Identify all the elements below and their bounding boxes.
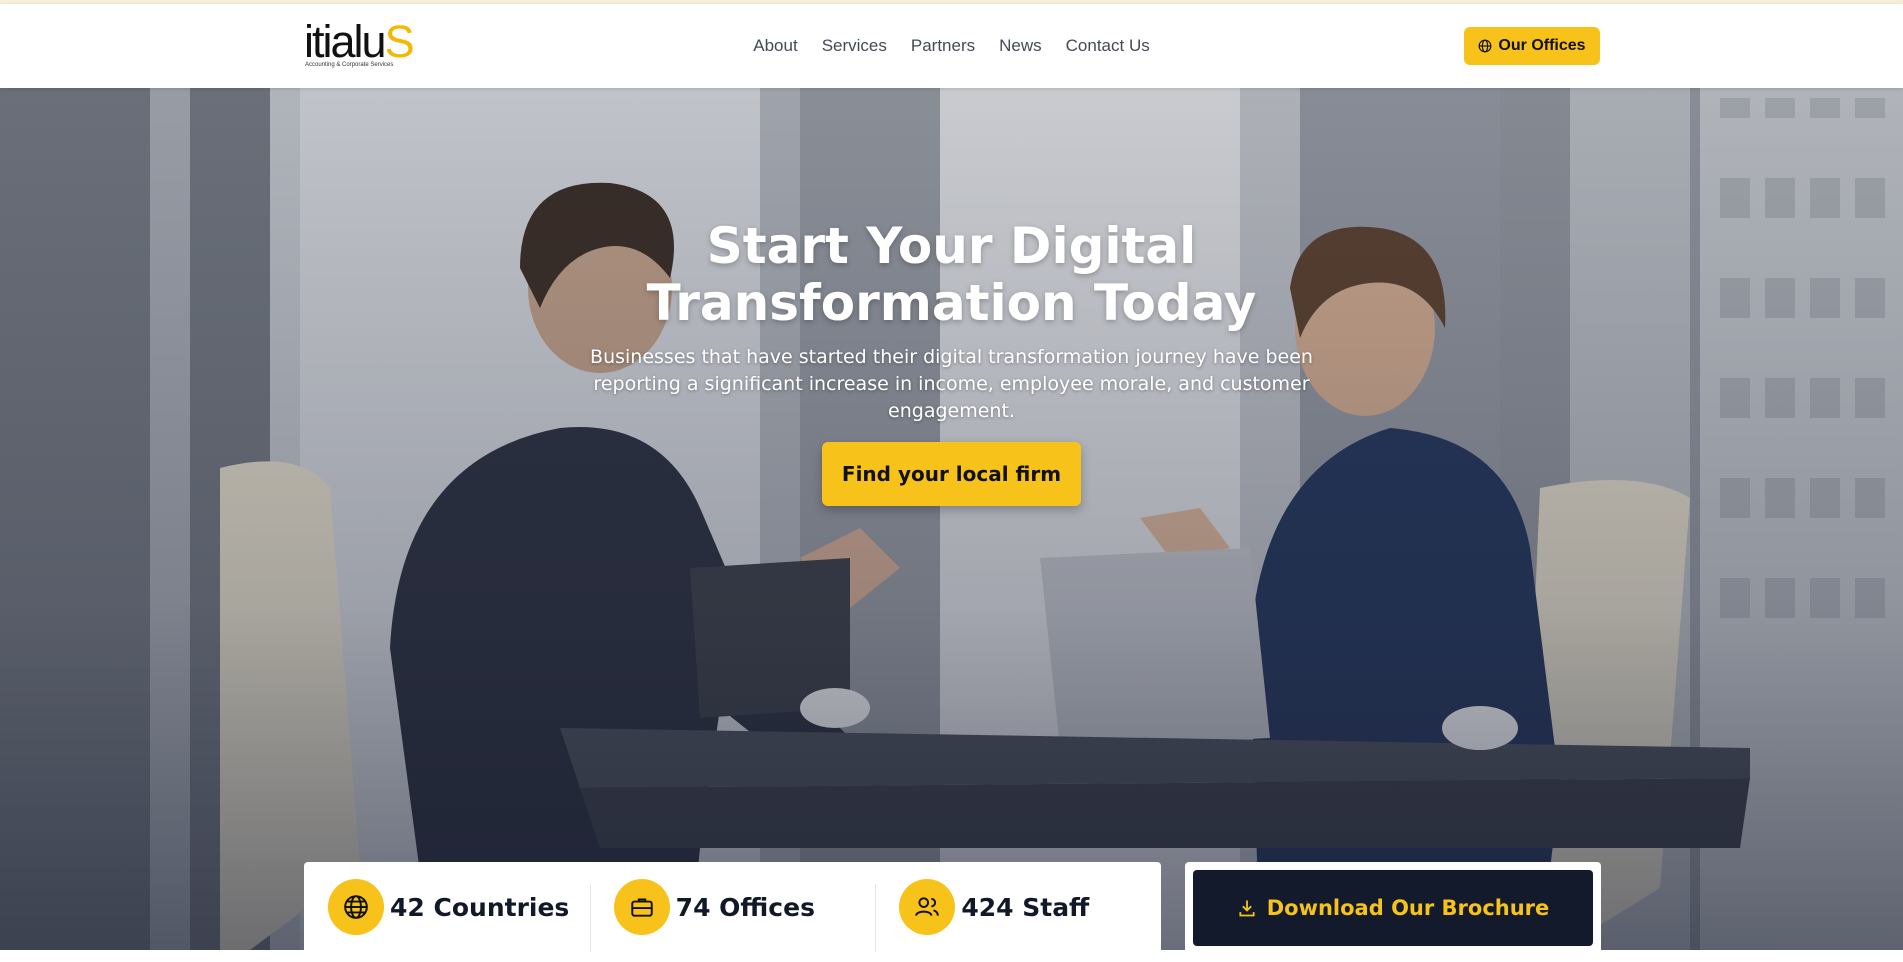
- stat-offices: 74 Offices: [589, 862, 876, 952]
- globe-icon: [1479, 39, 1492, 53]
- logo-tagline: Accounting & Corporate Services: [305, 62, 394, 68]
- stat-staff-label: 424 Staff: [961, 892, 1090, 922]
- hero-section: Start Your Digital Transformation Today …: [0, 88, 1903, 950]
- main-nav: About Services Partners News Contact Us: [0, 4, 1903, 88]
- hero-title-line-2: Transformation Today: [646, 274, 1257, 332]
- stat-countries: 42 Countries: [304, 862, 590, 952]
- briefcase-icon: [630, 898, 653, 917]
- hero-title-line-1: Start Your Digital: [706, 217, 1197, 275]
- nav-item-about[interactable]: About: [753, 36, 797, 56]
- stats-card: 42 Countries 74 Offices 424 Staff: [304, 862, 1161, 962]
- hero-title: Start Your Digital Transformation Today: [0, 218, 1903, 332]
- stat-offices-label: 74 Offices: [675, 892, 815, 922]
- stat-staff: 424 Staff: [875, 862, 1161, 952]
- stat-countries-label: 42 Countries: [390, 892, 570, 922]
- users-icon: [915, 897, 940, 916]
- download-brochure-label: Download Our Brochure: [1266, 896, 1550, 920]
- find-local-firm-button[interactable]: Find your local firm: [822, 442, 1081, 506]
- brochure-card: Download Our Brochure: [1185, 862, 1601, 962]
- nav-item-news[interactable]: News: [999, 36, 1042, 56]
- logo-main-text: itialu: [304, 16, 387, 67]
- nav-item-services[interactable]: Services: [822, 36, 887, 56]
- nav-item-contact-us[interactable]: Contact Us: [1066, 36, 1150, 56]
- globe-icon: [344, 895, 368, 919]
- download-brochure-button[interactable]: Download Our Brochure: [1193, 870, 1593, 946]
- nav-item-partners[interactable]: Partners: [911, 36, 975, 56]
- hero-content: Start Your Digital Transformation Today …: [0, 218, 1903, 506]
- download-icon: [1239, 900, 1255, 917]
- our-offices-label: Our Offices: [1498, 37, 1586, 54]
- site-header: itialuS Accounting & Corporate Services …: [0, 4, 1903, 88]
- logo[interactable]: itialuS Accounting & Corporate Services: [304, 18, 424, 70]
- logo-accent-letter: S: [384, 16, 415, 67]
- our-offices-button[interactable]: Our Offices: [1464, 27, 1600, 65]
- hero-subtitle: Businesses that have started their digit…: [590, 346, 1313, 422]
